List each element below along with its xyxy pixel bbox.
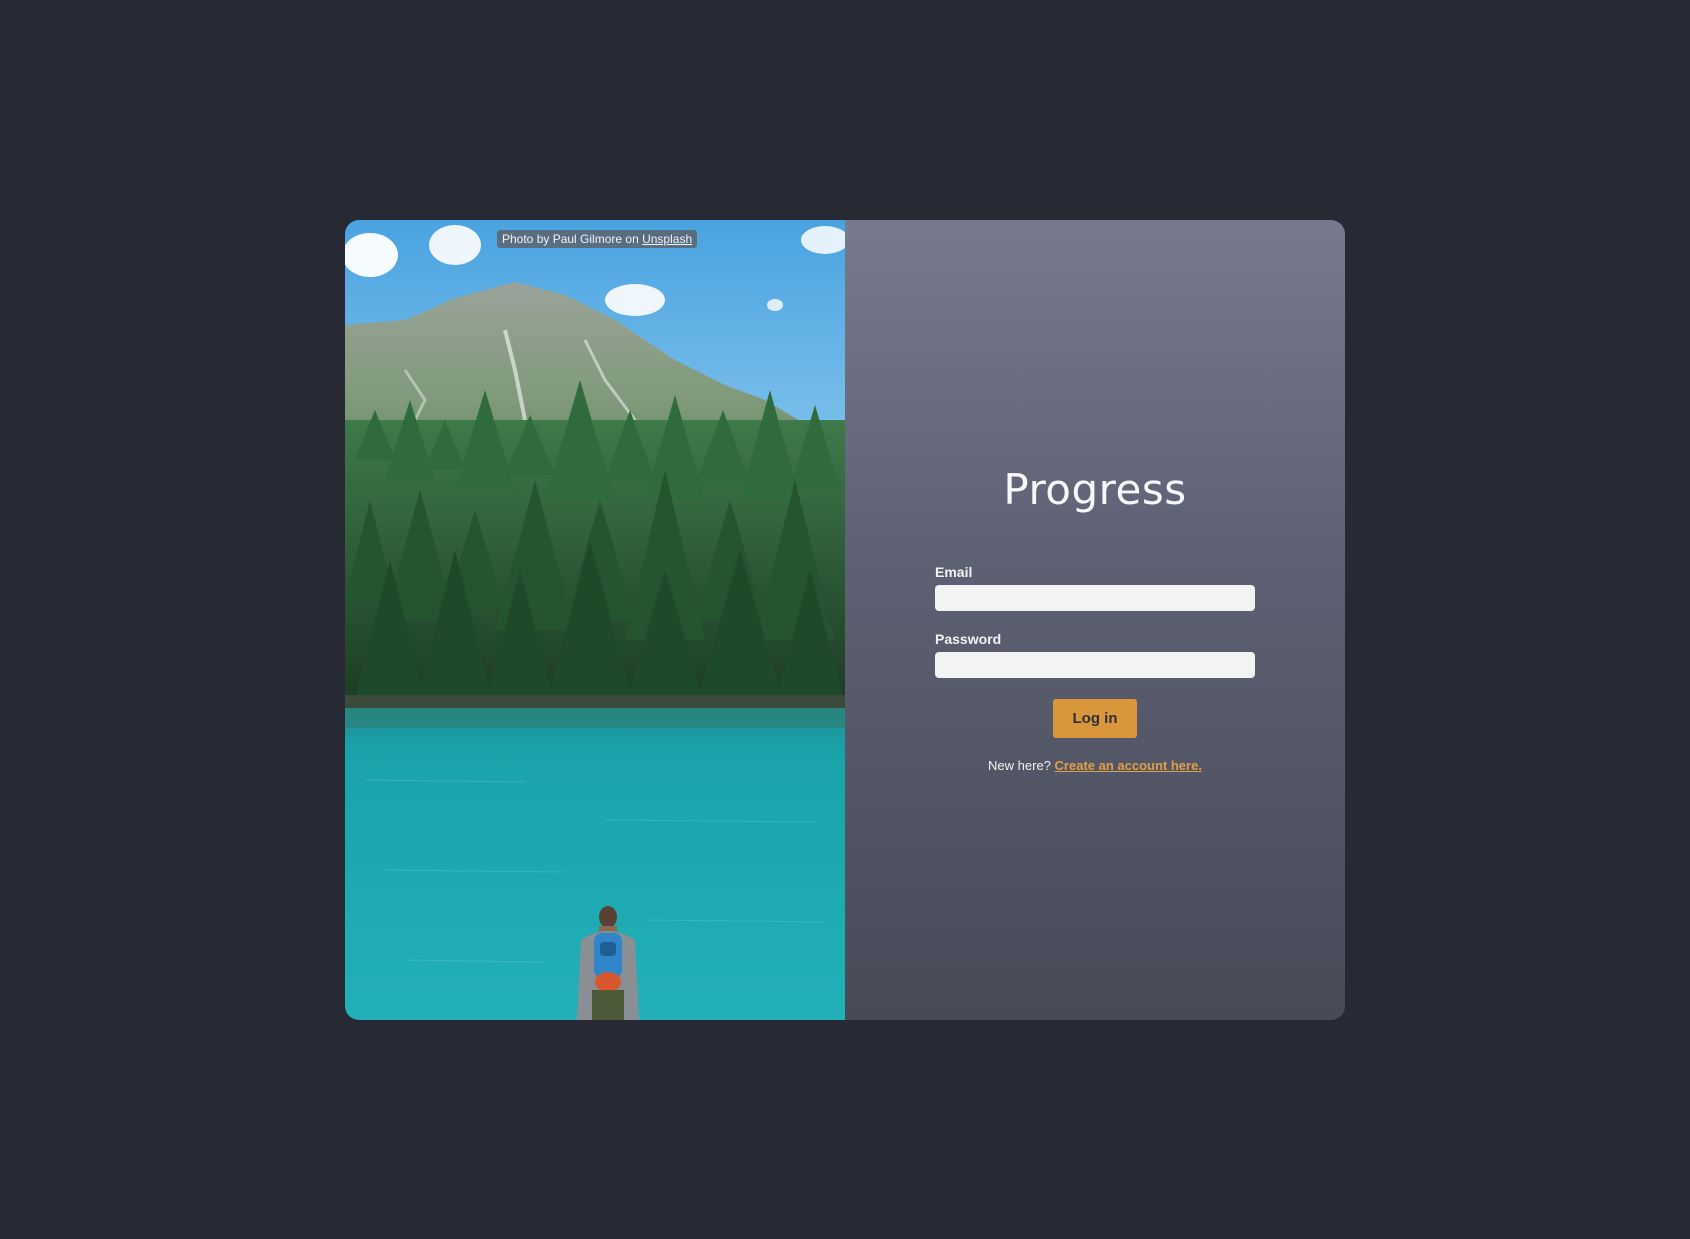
password-label: Password [935, 631, 1002, 647]
hero-photo-pane: Photo by Paul Gilmore on Unsplash [345, 220, 845, 1020]
email-field[interactable] [935, 585, 1255, 611]
login-button[interactable]: Log in [1053, 699, 1137, 738]
photo-credit: Photo by Paul Gilmore on Unsplash [497, 230, 698, 248]
unsplash-link[interactable]: Unsplash [642, 232, 692, 246]
login-card: Photo by Paul Gilmore on Unsplash Progre… [345, 220, 1345, 1020]
signup-prompt: New here? Create an account here. [845, 758, 1345, 773]
app-title: Progress [1003, 465, 1187, 514]
signup-prompt-text: New here? [988, 758, 1051, 773]
login-form-pane: Progress Email Password Log in New here?… [845, 220, 1345, 1020]
create-account-link[interactable]: Create an account here. [1055, 758, 1202, 773]
password-field[interactable] [935, 652, 1255, 678]
email-label: Email [935, 564, 973, 580]
photo-credit-text: Photo by Paul Gilmore on [502, 232, 639, 246]
hero-photo [345, 220, 845, 1020]
